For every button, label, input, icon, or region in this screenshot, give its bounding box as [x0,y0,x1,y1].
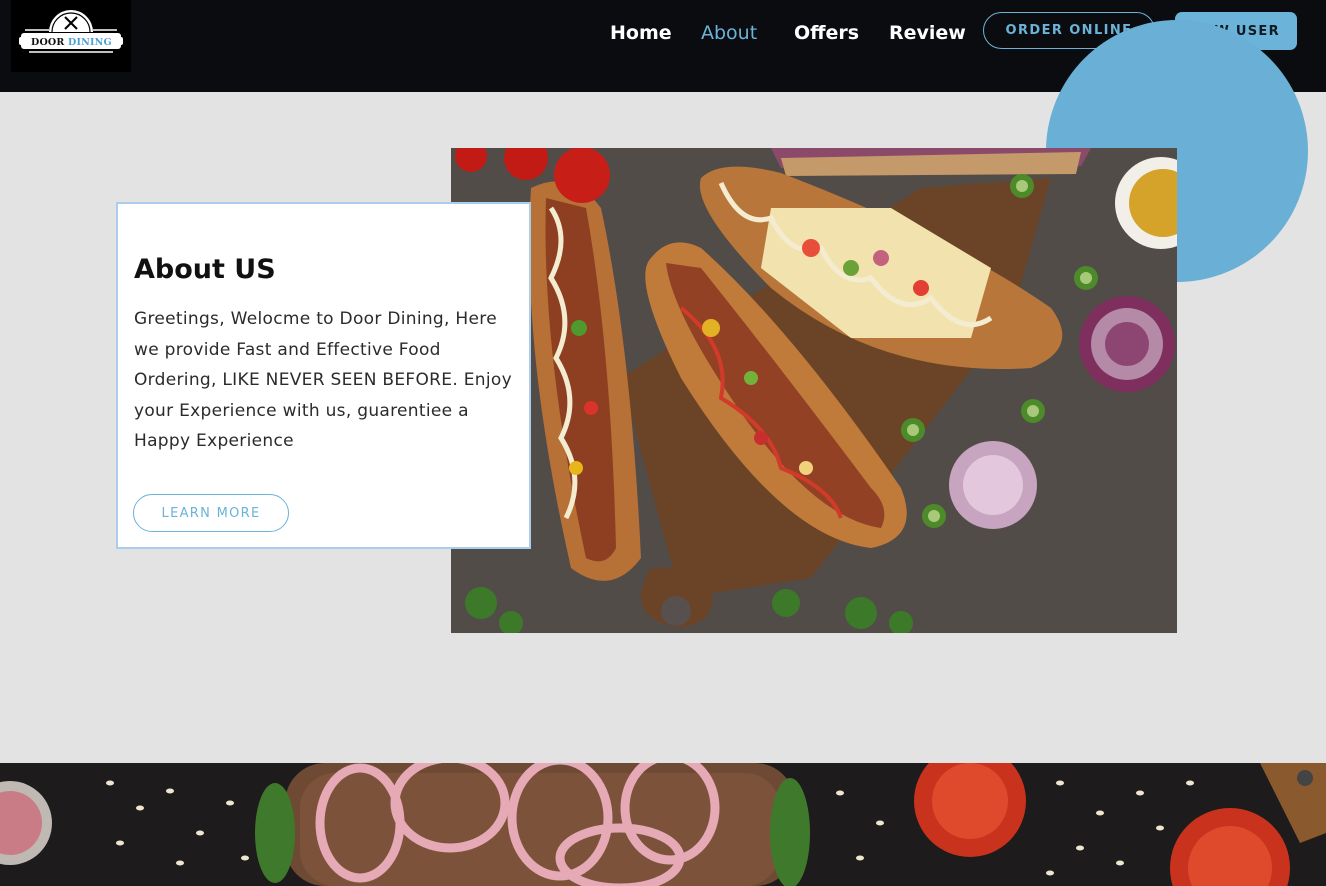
brand-name-part1: DOOR [31,37,65,48]
nav-link-offers[interactable]: Offers [794,22,859,44]
about-card: About US Greetings, Welocme to Door Dini… [116,202,531,549]
logo-graphic [19,10,123,53]
brand-name-part2: DINING [68,37,112,48]
nav-link-home[interactable]: Home [610,22,672,44]
nav-link-review[interactable]: Review [889,22,966,44]
about-description: Greetings, Welocme to Door Dining, Here … [134,309,512,451]
brand-name: DOOR DINING [31,37,112,48]
hotdog-photo [451,148,1177,633]
brand-logo[interactable]: DOOR DINING [11,0,131,72]
about-title: About US [134,254,276,285]
nav-link-about[interactable]: About [701,22,757,44]
learn-more-button[interactable]: LEARN MORE [133,494,289,532]
burger-banner-photo [0,763,1326,886]
